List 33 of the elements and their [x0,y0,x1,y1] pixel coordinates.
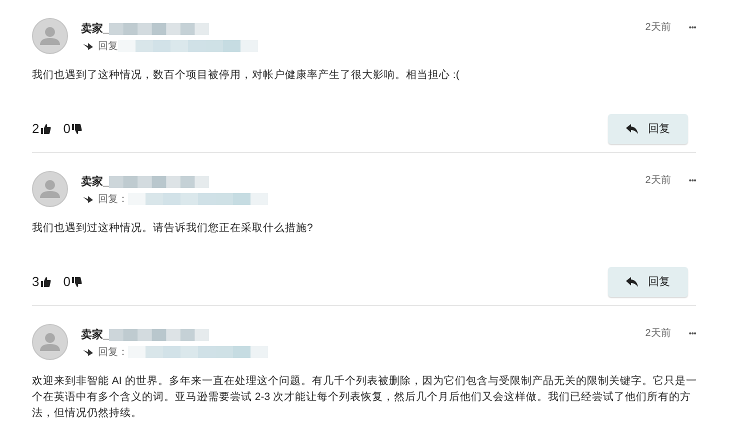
author-name[interactable]: 卖家_ [81,174,110,190]
avatar-icon [32,171,68,207]
author-name[interactable]: 卖家_ [81,326,110,344]
reply-label: 回复 [98,40,118,54]
reply-button[interactable]: 回复 [608,267,688,297]
dislike-button[interactable]: 0 [63,272,82,292]
reply-arrow-icon [82,347,94,357]
reply-arrow-icon [626,124,638,134]
avatar-icon [32,324,68,360]
reply-button[interactable]: 回复 [608,114,688,144]
post-body: 我们也遇到过这种情况。请告诉我们您正在采取什么措施? [32,221,314,236]
post-body: 欢迎来到非智能 AI 的世界。多年来一直在处理这个问题。有几千个列表被删除，因为它们包含与受限制产品无关的限制关键字。它只是一个在英语中有多个含义的词。亚马逊需要尝试 2-3 次才能让每个列表恢复，然后几个月后他们又会这样做。我们已经尝试了他们所有的方法，但情况仍然持续。 [32,374,698,421]
like-button[interactable]: 3 [32,272,52,292]
author-name[interactable]: 卖家_ [81,20,110,38]
reply-arrow-icon [82,41,94,51]
timestamp: 2天前 [645,327,671,341]
timestamp: 2天前 [645,21,671,35]
reply-label: 回复： [98,192,128,206]
timestamp: 2天前 [645,174,671,188]
thumbs-down-icon [72,277,82,287]
post-body: 我们也遇到了这种情况，数百个项目被停用，对帐户健康率产生了很大影响。相当担心 :( [32,68,460,83]
reply-arrow-icon [626,277,638,287]
dislike-button[interactable]: 0 [63,119,82,139]
reply-arrow-icon [82,194,94,204]
thumbs-down-icon [72,124,82,134]
reply-label: 回复： [98,346,128,360]
avatar-icon [32,18,68,54]
thumbs-up-icon [41,277,52,287]
more-options-button[interactable]: ••• [688,328,696,340]
more-options-button[interactable]: ••• [688,174,696,186]
like-button[interactable]: 2 [32,119,52,139]
more-options-button[interactable]: ••• [688,22,696,34]
thumbs-up-icon [41,124,52,134]
